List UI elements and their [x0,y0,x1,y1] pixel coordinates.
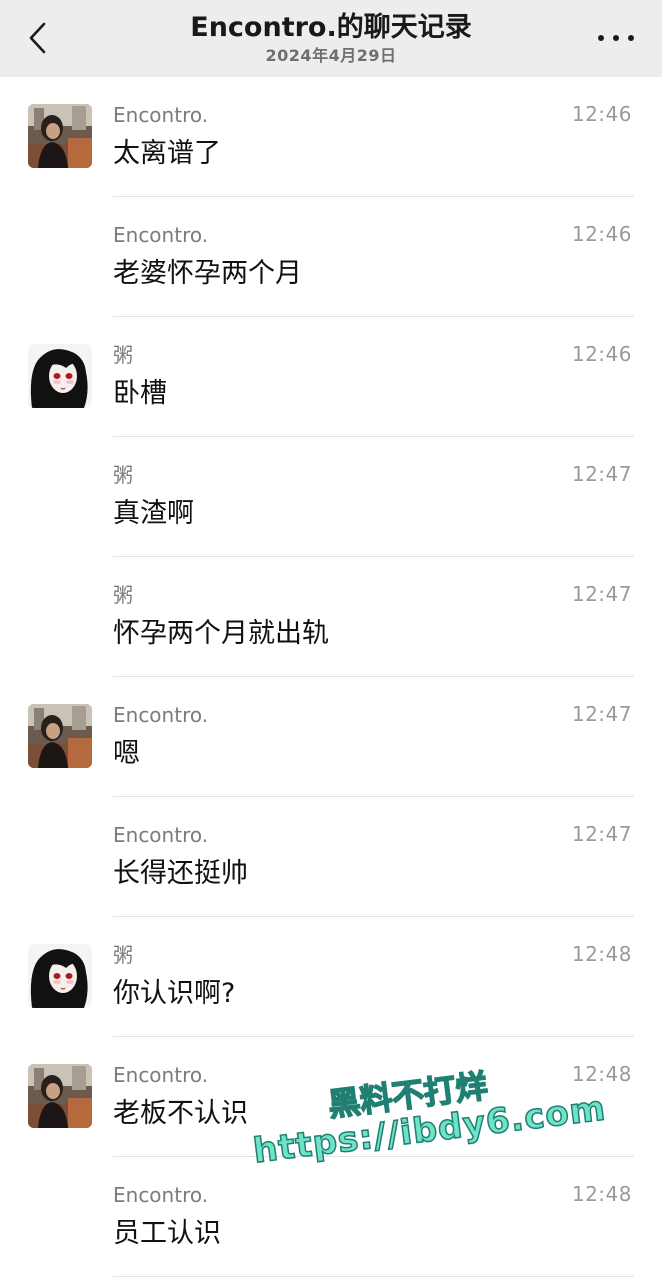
header-bar: Encontro.的聊天记录 2024年4月29日 [0,0,662,77]
message-time: 12:47 [571,822,632,846]
message-text: 太离谱了 [113,138,221,169]
message-time: 12:48 [571,1062,632,1086]
avatar-encontro[interactable] [28,1064,92,1128]
message-item[interactable]: 粥 12:47 真渣啊 [0,437,662,557]
message-text: 员工认识 [113,1218,221,1249]
message-text: 你认识啊? [113,978,236,1009]
message-item[interactable]: Encontro. 12:46 老婆怀孕两个月 [0,197,662,317]
message-sender: Encontro. [113,1183,209,1207]
more-dot [628,35,634,41]
message-sender: 粥 [113,463,133,487]
chevron-left-icon [29,22,46,54]
message-item[interactable]: 粥 12:46 卧槽 [0,317,662,437]
message-sender: 粥 [113,583,133,607]
message-sender: Encontro. [113,103,209,127]
message-item[interactable]: 粥 12:48 你认识啊? [0,917,662,1037]
chat-history-page: Encontro.的聊天记录 2024年4月29日 Encontro. 12:46… [0,0,662,1279]
message-time: 12:47 [571,702,632,726]
message-time: 12:48 [571,1182,632,1206]
message-text: 长得还挺帅 [113,858,248,889]
chat-date: 2024年4月29日 [265,46,397,65]
more-button[interactable] [598,28,634,48]
message-sender: 粥 [113,943,133,967]
message-time: 12:47 [571,582,632,606]
message-sender: Encontro. [113,1063,209,1087]
message-sender: Encontro. [113,703,209,727]
back-button[interactable] [18,14,58,62]
more-dot [598,35,604,41]
avatar-encontro[interactable] [28,704,92,768]
avatar-zhou[interactable] [28,344,92,408]
message-sender: 粥 [113,343,133,367]
message-item[interactable]: Encontro. 12:48 员工认识 [0,1157,662,1277]
avatar-zhou[interactable] [28,944,92,1008]
message-sender: Encontro. [113,223,209,247]
message-text: 怀孕两个月就出轨 [113,618,329,649]
message-time: 12:48 [571,942,632,966]
message-time: 12:47 [571,462,632,486]
message-item[interactable]: Encontro. 12:46 太离谱了 [0,77,662,197]
avatar-encontro[interactable] [28,104,92,168]
message-text: 嗯 [113,738,140,769]
message-list: Encontro. 12:46 太离谱了 Encontro. 12:46 老婆怀孕两个月 … [0,77,662,1277]
message-item[interactable]: Encontro. 12:47 嗯 [0,677,662,797]
message-item[interactable]: Encontro. 12:48 老板不认识 [0,1037,662,1157]
message-text: 老婆怀孕两个月 [113,258,302,289]
message-time: 12:46 [571,342,632,366]
message-text: 老板不认识 [113,1098,248,1129]
message-divider [113,1276,634,1277]
message-text: 卧槽 [113,378,167,409]
message-item[interactable]: 粥 12:47 怀孕两个月就出轨 [0,557,662,677]
page-title: Encontro.的聊天记录 [190,12,472,43]
message-item[interactable]: Encontro. 12:47 长得还挺帅 [0,797,662,917]
message-text: 真渣啊 [113,498,194,529]
message-time: 12:46 [571,102,632,126]
more-dot [613,35,619,41]
message-sender: Encontro. [113,823,209,847]
message-time: 12:46 [571,222,632,246]
